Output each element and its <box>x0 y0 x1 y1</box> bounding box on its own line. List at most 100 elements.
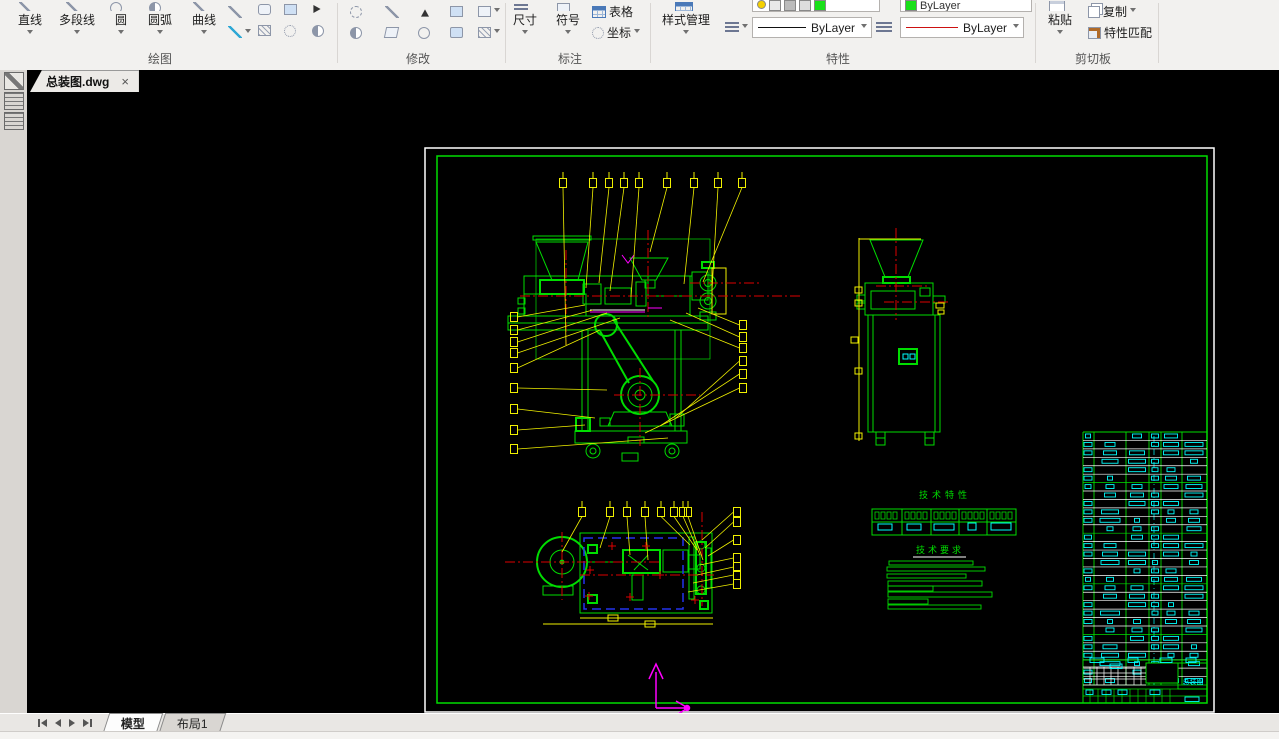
color-line-combo[interactable]: ByLayer <box>900 17 1024 38</box>
printer-icon <box>799 0 811 11</box>
status-bar: 模型 布局1 <box>0 713 1279 732</box>
side-view-panel-leds <box>903 354 915 359</box>
color-line-sample <box>906 27 958 28</box>
paste-icon <box>1049 1 1065 11</box>
move-tool[interactable] <box>350 6 362 18</box>
dropdown-caret <box>74 30 80 37</box>
arc-icon <box>149 2 161 11</box>
drawing-canvas[interactable]: 技术特性 技术要求 总装图 总装图.dwg × <box>27 70 1279 713</box>
dropdown-caret <box>522 30 528 37</box>
columns-panel-icon[interactable] <box>4 112 24 130</box>
lineweight-settings[interactable] <box>876 22 892 32</box>
tech-requirements-title: 技术要求 <box>916 544 964 555</box>
previous-sheet-button[interactable] <box>55 719 61 727</box>
cad-drawing[interactable]: 技术特性 技术要求 总装图 <box>27 70 1279 713</box>
paste-button[interactable]: 粘贴 <box>1040 0 1080 48</box>
lineweight-display-toggle[interactable] <box>725 22 748 32</box>
last-sheet-button[interactable] <box>83 719 92 727</box>
array-tool[interactable] <box>450 6 463 17</box>
region-icon <box>258 4 271 15</box>
hatch-tool[interactable] <box>258 25 271 36</box>
annotate-group-label: 标注 <box>510 50 630 67</box>
group-separator <box>337 3 338 63</box>
group-icon <box>284 25 296 37</box>
chamfer-icon <box>384 27 399 38</box>
rotate-tool[interactable] <box>418 27 430 39</box>
linetype-combo[interactable]: ByLayer <box>752 17 872 38</box>
coordinate-tool[interactable]: 坐标 <box>592 24 640 41</box>
tech-requirements-block <box>887 557 992 609</box>
stretch-icon <box>450 27 463 38</box>
ellipse-tool[interactable] <box>312 25 324 37</box>
next-sheet-button[interactable] <box>69 719 75 727</box>
mirror-tool[interactable] <box>418 6 432 16</box>
edit-hatch-tool[interactable] <box>478 27 500 38</box>
side-view-centerlines <box>876 228 948 320</box>
layout1-tab[interactable]: 布局1 <box>159 713 226 733</box>
style-manager-button[interactable]: 样式管理 <box>655 0 717 48</box>
region-tool[interactable] <box>258 4 271 15</box>
arc-button[interactable]: 圆弧 <box>140 0 180 48</box>
linetype-sample <box>758 27 806 28</box>
model-tab[interactable]: 模型 <box>103 713 164 733</box>
trim-tool[interactable] <box>385 6 399 18</box>
group-tool[interactable] <box>284 25 296 37</box>
bulb-icon <box>757 0 766 9</box>
circle-button[interactable]: 圆 <box>106 0 136 48</box>
color-swatch <box>905 0 917 11</box>
offset-tool[interactable] <box>350 27 362 39</box>
trim-icon <box>385 6 399 18</box>
line-icon <box>19 2 33 11</box>
symbol-button[interactable]: 符号 <box>548 0 588 48</box>
dropdown-caret <box>1130 8 1136 15</box>
construction-line-tool[interactable] <box>228 26 251 38</box>
first-sheet-button[interactable] <box>38 719 47 727</box>
dimension-button[interactable]: 尺寸 <box>505 0 545 48</box>
layers-panel-icon[interactable] <box>4 92 24 110</box>
table-tool[interactable]: 表格 <box>592 3 633 20</box>
lock-icon <box>784 0 796 11</box>
dropdown-caret <box>565 30 571 37</box>
dropdown-caret <box>742 24 748 31</box>
front-view <box>508 236 726 461</box>
horizontal-scrollbar[interactable] <box>0 731 1279 739</box>
offset-icon <box>350 27 362 39</box>
dropdown-caret <box>494 8 500 15</box>
match-properties-button[interactable]: 特性匹配 <box>1088 24 1152 41</box>
dropdown-caret <box>201 30 207 37</box>
document-tab[interactable]: 总装图.dwg × <box>30 70 139 92</box>
tech-characteristics-table <box>872 509 1016 535</box>
dropdown-caret <box>118 30 124 37</box>
layer-combo-clipped[interactable] <box>752 0 880 12</box>
layer-color-swatch <box>814 0 826 11</box>
polyline-icon <box>66 2 80 11</box>
edit-hatch-icon <box>478 27 491 38</box>
dropdown-caret <box>861 24 867 31</box>
flag-tool-icon[interactable] <box>4 72 24 90</box>
chamfer-tool[interactable] <box>385 27 398 38</box>
dropdown-caret <box>1013 24 1019 31</box>
polyline-button[interactable]: 多段线 <box>52 0 102 48</box>
spline-button[interactable]: 曲线 <box>184 0 224 48</box>
point-tool[interactable] <box>312 4 326 14</box>
array-icon <box>450 6 463 17</box>
stretch-tool[interactable] <box>450 27 463 38</box>
copy-icon <box>1088 6 1100 18</box>
parallel-lines-tool[interactable] <box>228 6 242 18</box>
tech-characteristics-title: 技术特性 <box>919 489 971 500</box>
copy-button[interactable]: 复制 <box>1088 3 1136 20</box>
dropdown-caret <box>494 29 500 36</box>
left-tool-strip <box>0 70 28 713</box>
line-button[interactable]: 直线 <box>10 0 50 48</box>
dropdown-caret <box>27 30 33 37</box>
draw-group-label: 绘图 <box>100 50 220 67</box>
close-tab-icon[interactable]: × <box>121 74 129 89</box>
dropdown-caret <box>245 29 251 36</box>
lineweight-rows-icon <box>876 22 892 32</box>
side-view <box>857 240 945 445</box>
color-combo-clipped[interactable]: ByLayer <box>900 0 1032 12</box>
scale-tool[interactable] <box>478 6 500 17</box>
ellipse-icon <box>312 25 324 37</box>
title-block-drawing-name: 总装图 <box>1183 677 1204 686</box>
block-tool[interactable] <box>284 4 297 15</box>
